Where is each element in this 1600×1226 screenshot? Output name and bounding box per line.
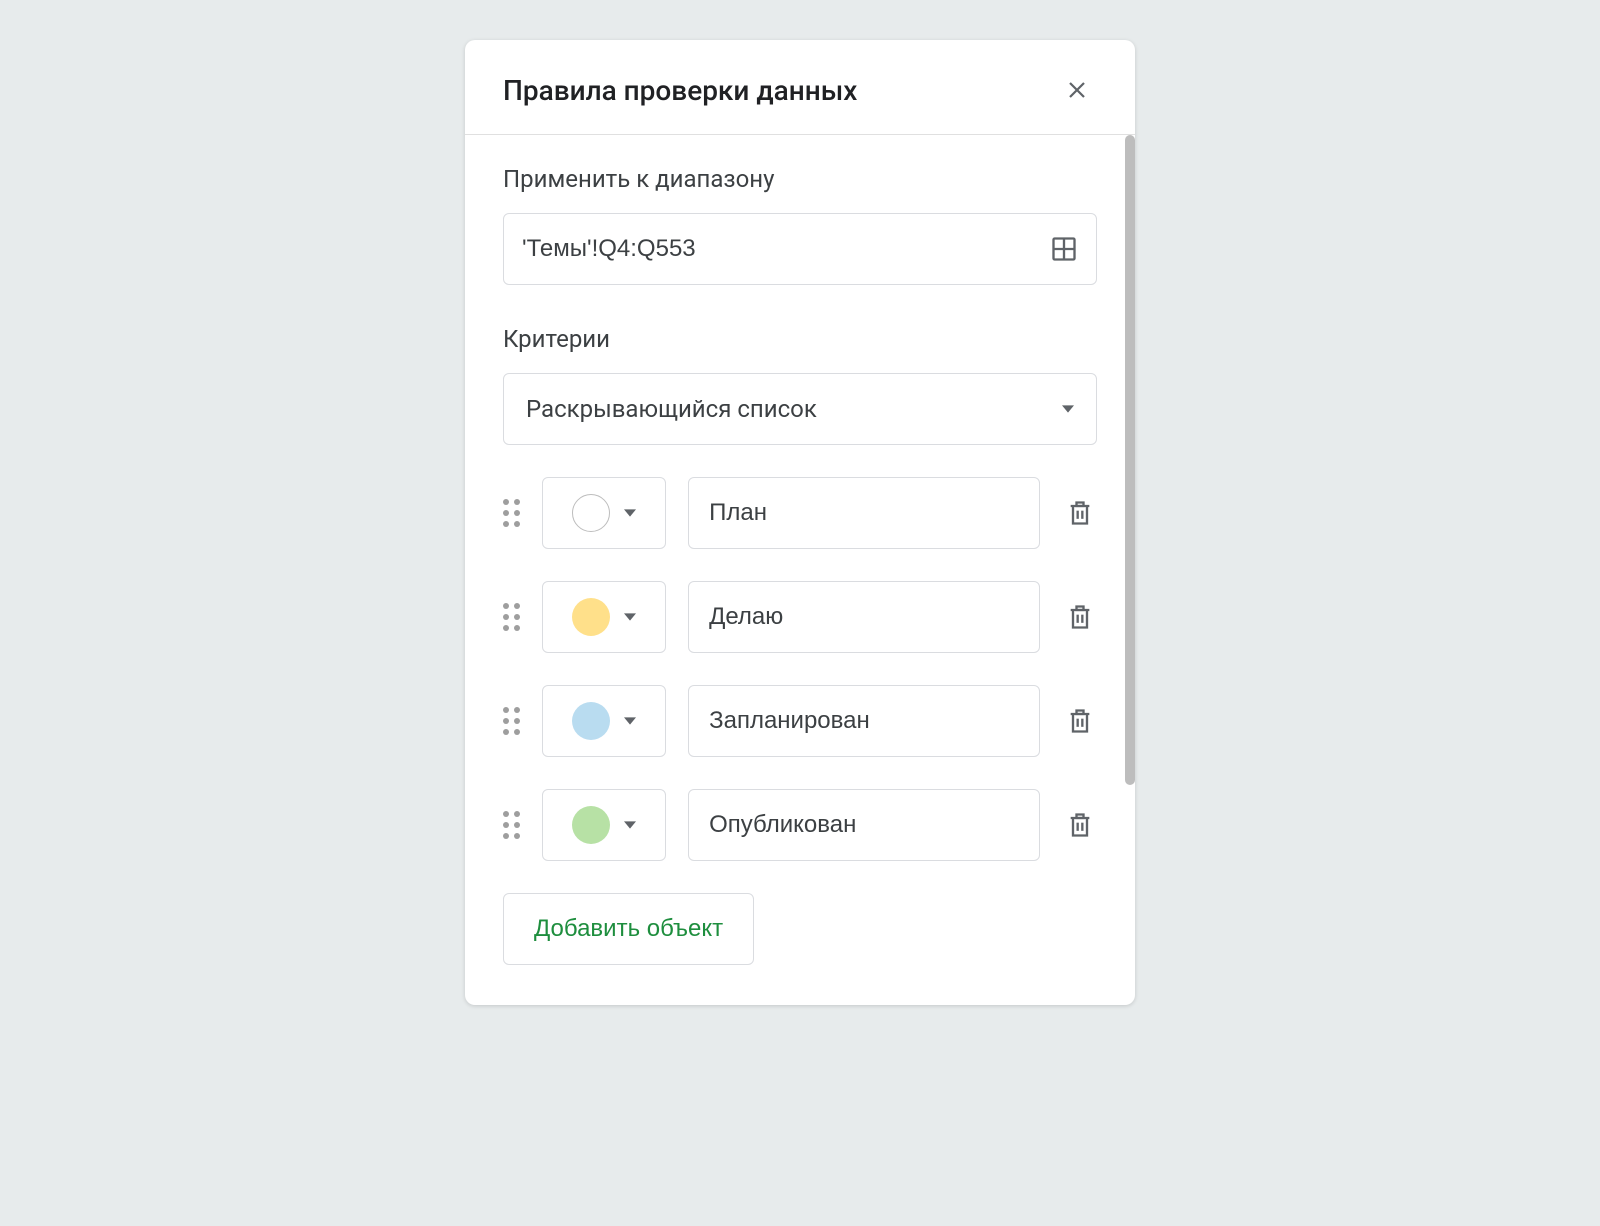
option-row: [503, 581, 1097, 653]
trash-icon: [1066, 811, 1094, 839]
chevron-down-icon: [624, 608, 636, 627]
panel-header: Правила проверки данных: [465, 40, 1135, 135]
delete-option-button[interactable]: [1062, 807, 1097, 843]
drag-handle-icon[interactable]: [503, 499, 520, 527]
scrollbar[interactable]: [1125, 135, 1135, 1005]
close-button[interactable]: [1057, 70, 1097, 110]
trash-icon: [1066, 707, 1094, 735]
color-swatch: [572, 494, 610, 532]
color-picker[interactable]: [542, 477, 666, 549]
delete-option-button[interactable]: [1062, 703, 1097, 739]
color-swatch: [572, 598, 610, 636]
panel-title: Правила проверки данных: [503, 74, 857, 107]
range-label: Применить к диапазону: [503, 165, 1097, 193]
chevron-down-icon: [1062, 400, 1074, 419]
scrollbar-thumb[interactable]: [1125, 135, 1135, 785]
trash-icon: [1066, 603, 1094, 631]
color-picker[interactable]: [542, 685, 666, 757]
chevron-down-icon: [624, 504, 636, 523]
grid-icon: [1050, 235, 1078, 263]
delete-option-button[interactable]: [1062, 599, 1097, 635]
range-picker-button[interactable]: [1050, 235, 1078, 263]
color-picker[interactable]: [542, 581, 666, 653]
criteria-select-value: Раскрывающийся список: [526, 395, 817, 423]
option-value-input[interactable]: [688, 581, 1040, 653]
option-row: [503, 685, 1097, 757]
range-input-wrapper: [503, 213, 1097, 285]
add-option-label: Добавить объект: [534, 915, 723, 943]
color-swatch: [572, 806, 610, 844]
criteria-select[interactable]: Раскрывающийся список: [503, 373, 1097, 445]
option-value-input[interactable]: [688, 685, 1040, 757]
close-icon: [1065, 78, 1089, 102]
drag-handle-icon[interactable]: [503, 811, 520, 839]
range-input[interactable]: [522, 235, 1050, 263]
drag-handle-icon[interactable]: [503, 603, 520, 631]
option-row: [503, 789, 1097, 861]
options-list: [503, 477, 1097, 861]
chevron-down-icon: [624, 712, 636, 731]
chevron-down-icon: [624, 816, 636, 835]
trash-icon: [1066, 499, 1094, 527]
color-swatch: [572, 702, 610, 740]
option-row: [503, 477, 1097, 549]
color-picker[interactable]: [542, 789, 666, 861]
drag-handle-icon[interactable]: [503, 707, 520, 735]
delete-option-button[interactable]: [1062, 495, 1097, 531]
add-option-button[interactable]: Добавить объект: [503, 893, 754, 965]
option-value-input[interactable]: [688, 477, 1040, 549]
panel-body: Применить к диапазону Критерии Раскрываю…: [465, 135, 1135, 1005]
data-validation-panel: Правила проверки данных Применить к диап…: [465, 40, 1135, 1005]
criteria-label: Критерии: [503, 325, 1097, 353]
option-value-input[interactable]: [688, 789, 1040, 861]
